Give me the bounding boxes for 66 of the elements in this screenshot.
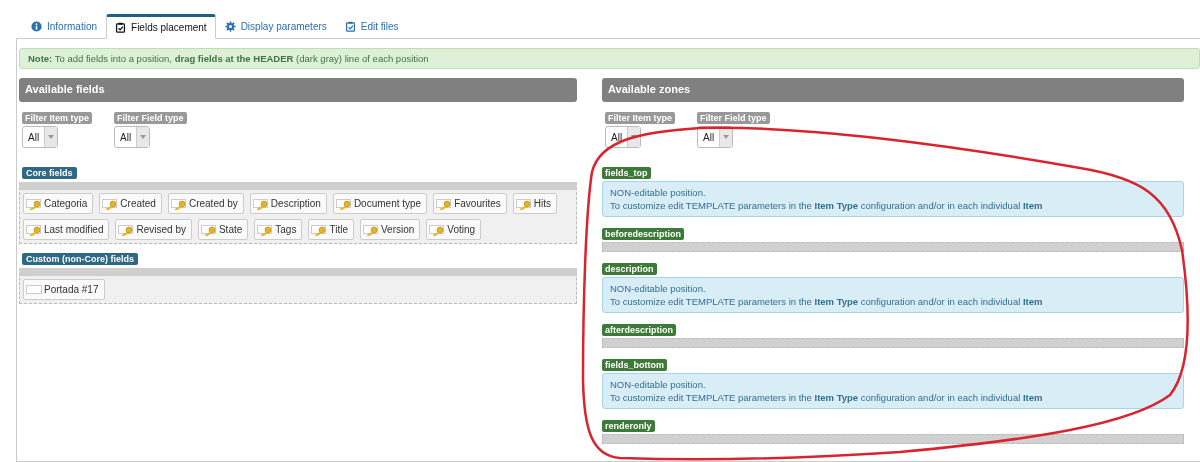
drop-zone[interactable] [602,434,1184,444]
tab[interactable]: Information [22,14,107,39]
key-icon [26,223,42,236]
field-item[interactable]: Portada #17 [23,279,105,300]
zone-label: fields_top [602,167,651,179]
clipboard-check-icon [344,21,356,32]
field-item[interactable]: Created [99,193,162,214]
zone-label: description [602,263,657,275]
field-icon [26,283,42,296]
field-item[interactable]: Title [308,219,354,240]
caret-icon [48,135,55,139]
key-icon [26,197,42,210]
filter-select[interactable]: All [114,126,151,148]
field-item[interactable]: Voting [426,219,482,240]
info-text: NON-editable position. [610,186,707,199]
zone-label: beforedescription [602,228,684,240]
key-icon [515,197,532,210]
zone-label: afterdescription [602,324,676,336]
zone-label: renderonly [602,420,655,432]
filter-label: Filter Field type [114,112,187,124]
filter-select[interactable]: All [22,126,59,148]
caret-icon [140,135,147,139]
section-header: Available zones [602,78,1184,102]
info-text: To customize edit TEMPLATE parameters in the Item Type configuration and/or in each individual Item [610,295,1044,308]
key-icon [436,197,453,210]
field-item[interactable]: Last modified [23,219,110,240]
key-icon [102,197,119,210]
key-icon [200,223,217,236]
tab[interactable]: Display parameters [215,14,336,39]
field-item[interactable]: Tags [254,219,303,240]
key-icon [311,223,328,236]
info-text: NON-editable position. [610,378,707,391]
key-icon [170,197,187,210]
key-icon [118,223,135,236]
key-icon [252,197,269,210]
caret-icon [631,135,638,139]
caret-icon [723,135,730,139]
tab[interactable]: Fields placement [106,14,216,39]
info-icon [31,21,42,32]
field-item[interactable]: Favourites [433,193,507,214]
field-item[interactable]: Description [249,193,327,214]
key-icon [335,197,352,210]
zone-label: fields_bottom [602,359,667,371]
field-item[interactable]: Hits [512,193,558,214]
field-item[interactable]: Created by [167,193,244,214]
section-header: Available fields [19,78,577,102]
tab[interactable]: Edit files [335,14,408,39]
clipboard-check-icon [115,22,127,33]
info-text: To customize edit TEMPLATE parameters in the Item Type configuration and/or in each individual Item [610,199,1044,212]
settings-icon [224,21,236,32]
field-item[interactable]: State [197,219,249,240]
info-text: NON-editable position. [610,282,707,295]
field-item[interactable]: Categoria [23,193,94,214]
group-label: Core fields [22,167,77,179]
key-icon [257,223,274,236]
info-text: To customize edit TEMPLATE parameters in the Item Type configuration and/or in each individual Item [610,391,1044,404]
note-message: Note: To add fields into a position, drag fields at the HEADER (dark gray) line of each position [19,48,1200,69]
group-label: Custom (non-Core) fields [22,253,138,265]
field-item[interactable]: Version [359,219,421,240]
filter-label: Filter Field type [697,112,770,124]
field-item[interactable]: Revised by [115,219,192,240]
filter-label: Filter Item type [605,112,675,124]
key-icon [429,223,446,236]
field-item[interactable]: Document type [332,193,428,214]
key-icon [362,223,379,236]
filter-label: Filter Item type [22,112,92,124]
